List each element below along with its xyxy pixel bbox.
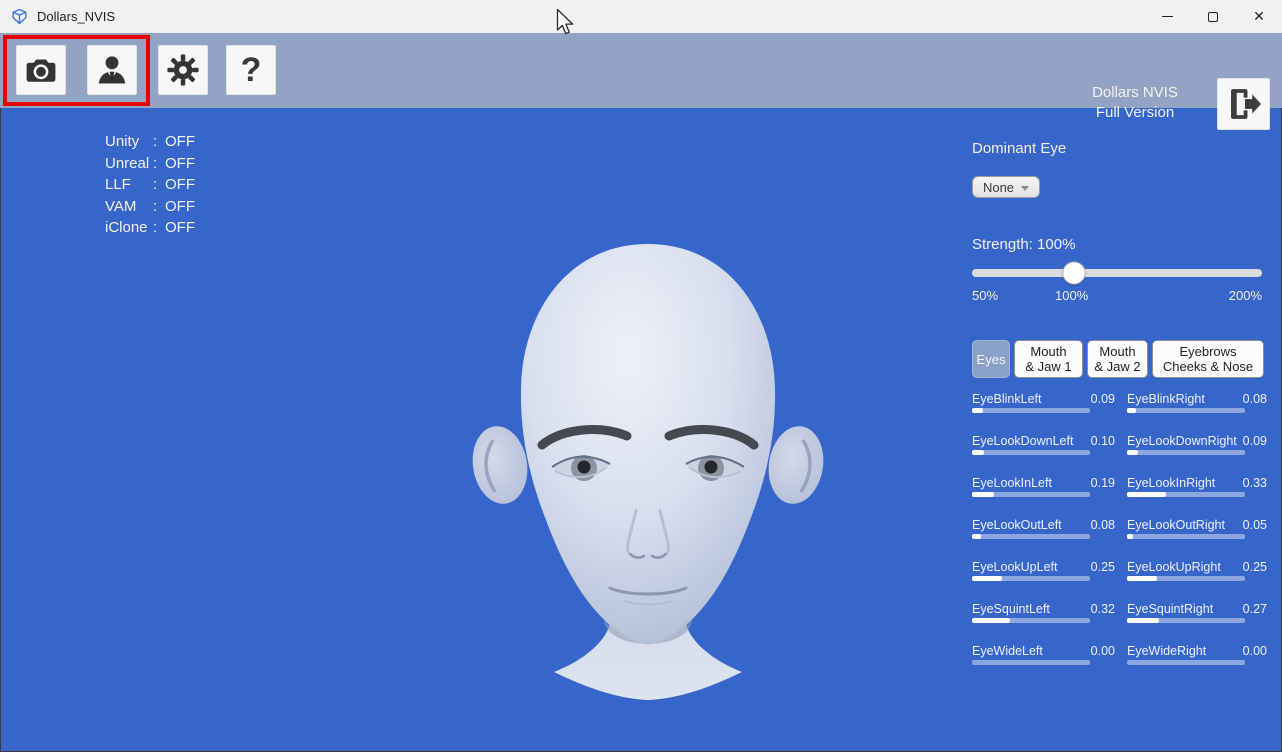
strength-label: Strength: 100%	[972, 236, 1075, 253]
blendshape-row: EyeLookInLeft0.19	[972, 476, 1115, 496]
tab-eyes[interactable]: Eyes	[972, 340, 1010, 378]
question-mark-icon: ?	[241, 51, 262, 90]
tab-mouth-jaw-1[interactable]: Mouth & Jaw 1	[1014, 340, 1083, 378]
avatar-button[interactable]	[87, 45, 137, 95]
status-row-unity: Unity:OFF	[105, 131, 195, 153]
close-button[interactable]: ✕	[1236, 0, 1282, 33]
camera-icon	[23, 52, 59, 88]
status-row-llf: LLF:OFF	[105, 174, 195, 196]
dominant-eye-dropdown[interactable]: None	[972, 176, 1040, 198]
toolbar: ? Dollars NVIS Full Version	[0, 33, 1282, 108]
blendshape-meter	[1127, 618, 1245, 623]
right-panel: Dominant Eye None Strength: 100% 50% 100…	[972, 140, 1264, 740]
blendshape-row: EyeWideRight0.00	[1127, 644, 1267, 664]
camera-button[interactable]	[16, 45, 66, 95]
dominant-eye-label: Dominant Eye	[972, 140, 1264, 157]
blendshape-row: EyeSquintLeft0.32	[972, 602, 1115, 622]
strength-slider-thumb[interactable]	[1062, 262, 1085, 285]
blendshape-meter	[972, 660, 1090, 665]
main-viewport: Unity:OFF Unreal:OFF LLF:OFF VAM:OFF iCl…	[0, 108, 1282, 752]
blendshape-meter	[1127, 534, 1245, 539]
app-logo-icon	[11, 8, 28, 25]
status-row-iclone: iClone:OFF	[105, 217, 195, 239]
window-title: Dollars_NVIS	[37, 9, 115, 24]
avatar-head-render	[448, 218, 848, 738]
blendshape-meter	[972, 534, 1090, 539]
annotation-box	[3, 35, 150, 106]
strength-scale: 50% 100% 200%	[972, 288, 1262, 304]
blendshape-row: EyeBlinkLeft0.09	[972, 392, 1115, 412]
blendshape-row: EyeLookInRight0.33	[1127, 476, 1267, 496]
connection-status-list: Unity:OFF Unreal:OFF LLF:OFF VAM:OFF iCl…	[105, 131, 195, 239]
minimize-icon	[1162, 16, 1173, 17]
blendshape-row: EyeLookDownRight0.09	[1127, 434, 1267, 454]
blendshape-row: EyeLookDownLeft0.10	[972, 434, 1115, 454]
blendshape-meter	[972, 492, 1090, 497]
tab-mouth-jaw-2[interactable]: Mouth & Jaw 2	[1087, 340, 1148, 378]
blendshape-row: EyeLookUpRight0.25	[1127, 560, 1267, 580]
blendshape-meter	[1127, 660, 1245, 665]
avatar-icon	[94, 52, 130, 88]
blendshape-row: EyeSquintRight0.27	[1127, 602, 1267, 622]
strength-slider-track[interactable]	[972, 269, 1262, 277]
maximize-icon	[1208, 12, 1218, 22]
blendshape-grid: EyeBlinkLeft0.09 EyeBlinkRight0.08 EyeLo…	[972, 392, 1267, 664]
blendshape-meter	[1127, 492, 1245, 497]
blendshape-meter	[972, 576, 1090, 581]
status-row-unreal: Unreal:OFF	[105, 153, 195, 175]
titlebar[interactable]: Dollars_NVIS ✕	[0, 0, 1282, 33]
maximize-button[interactable]	[1190, 0, 1236, 33]
status-row-vam: VAM:OFF	[105, 196, 195, 218]
blendshape-meter	[1127, 576, 1245, 581]
blendshape-row: EyeBlinkRight0.08	[1127, 392, 1267, 412]
blendshape-meter	[1127, 408, 1245, 413]
blendshape-meter	[972, 450, 1090, 455]
gear-icon	[165, 52, 201, 88]
blendshape-meter	[972, 618, 1090, 623]
blendshape-meter	[1127, 450, 1245, 455]
blendshape-row: EyeLookOutRight0.05	[1127, 518, 1267, 538]
tab-eyebrows-cheeks-nose[interactable]: Eyebrows Cheeks & Nose	[1152, 340, 1264, 378]
blendshape-row: EyeWideLeft0.00	[972, 644, 1115, 664]
blendshape-row: EyeLookOutLeft0.08	[972, 518, 1115, 538]
chevron-down-icon	[1021, 186, 1029, 191]
blendshape-row: EyeLookUpLeft0.25	[972, 560, 1115, 580]
blendshape-tabs: Eyes Mouth & Jaw 1 Mouth & Jaw 2 Eyebrow…	[972, 340, 1264, 378]
strength-slider[interactable]	[972, 262, 1262, 284]
settings-button[interactable]	[158, 45, 208, 95]
minimize-button[interactable]	[1144, 0, 1190, 33]
dominant-eye-value: None	[983, 180, 1014, 195]
help-button[interactable]: ?	[226, 45, 276, 95]
blendshape-meter	[972, 408, 1090, 413]
